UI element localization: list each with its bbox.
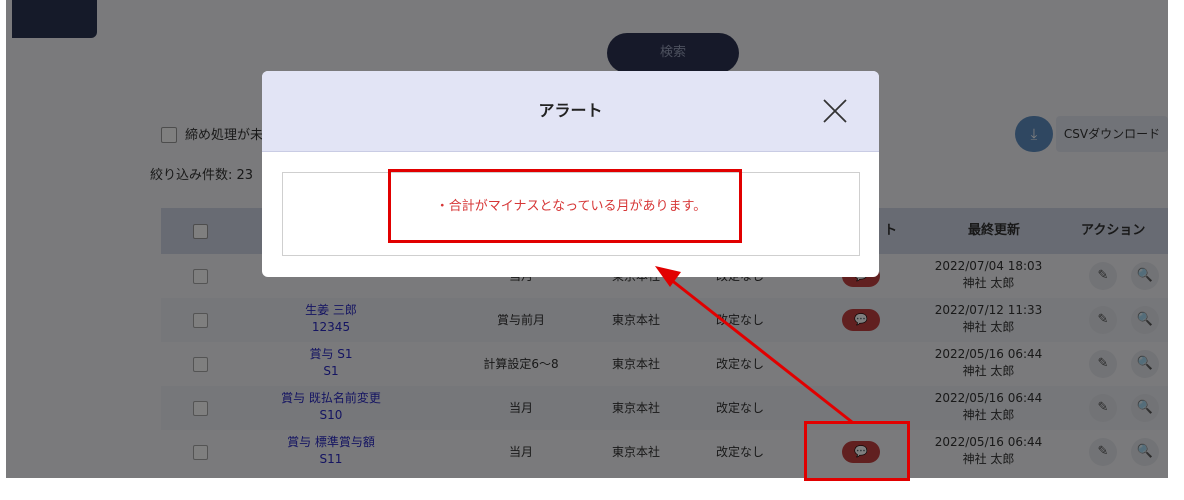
annotation-arrow xyxy=(655,266,853,424)
